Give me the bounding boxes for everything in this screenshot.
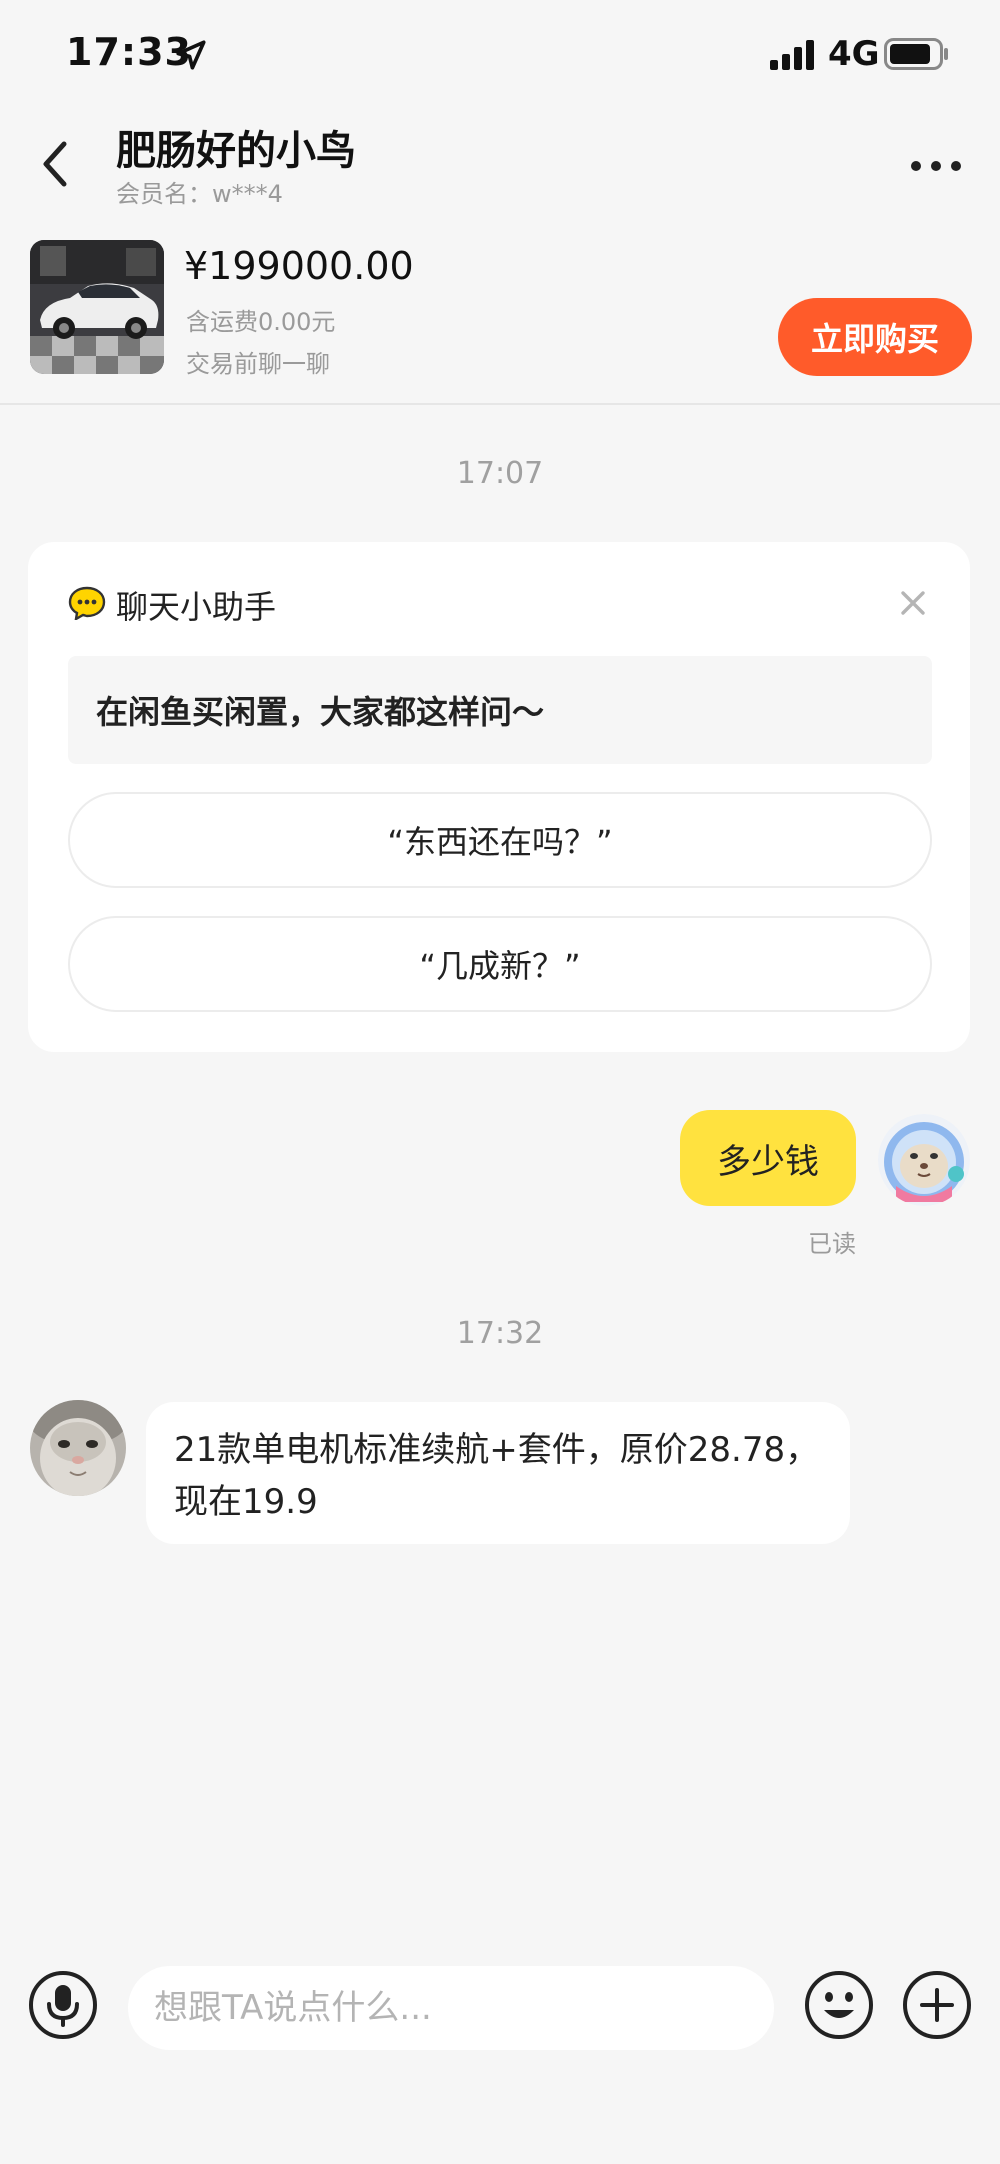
read-status: 已读 [808, 1230, 856, 1258]
chat-title: 肥肠好的小鸟 [116, 128, 356, 174]
product-image[interactable] [30, 240, 164, 374]
avatar-self[interactable] [878, 1114, 970, 1206]
prechat-hint: 交易前聊一聊 [186, 350, 330, 378]
back-icon[interactable] [36, 134, 76, 194]
product-card[interactable]: ¥199000.00 含运费0.00元 交易前聊一聊 立即购买 [0, 230, 1000, 405]
suggestion-condition[interactable]: “几成新？” [68, 916, 932, 1012]
member-name: 会员名：w***4 [116, 180, 283, 208]
status-bar: 17:33 4G [0, 0, 1000, 110]
network-label: 4G [828, 34, 880, 74]
close-icon[interactable] [900, 590, 926, 616]
chat-bubble-icon [68, 586, 106, 620]
timestamp: 17:32 [456, 1316, 544, 1351]
shipping-info: 含运费0.00元 [186, 308, 336, 336]
battery-icon [884, 38, 948, 70]
assistant-title: 聊天小助手 [116, 588, 277, 626]
message-incoming[interactable]: 21款单电机标准续航+套件，原价28.78，现在19.9 [146, 1402, 850, 1544]
input-bar [0, 1950, 1000, 2070]
emoji-icon[interactable] [804, 1970, 874, 2040]
buy-now-button[interactable]: 立即购买 [778, 298, 972, 376]
avatar-other[interactable] [30, 1400, 126, 1496]
chat-header: 肥肠好的小鸟 会员名：w***4 [0, 110, 1000, 230]
message-outgoing[interactable]: 多少钱 [680, 1110, 856, 1206]
product-price: ¥199000.00 [184, 244, 414, 288]
more-icon[interactable] [908, 156, 964, 176]
chat-assistant-card: 聊天小助手 在闲鱼买闲置，大家都这样问～ “东西还在吗？” “几成新？” [28, 542, 970, 1052]
timestamp: 17:07 [456, 456, 544, 491]
message-input[interactable] [128, 1966, 774, 2050]
signal-icon [770, 40, 814, 70]
microphone-icon[interactable] [28, 1970, 98, 2040]
suggestion-still-available[interactable]: “东西还在吗？” [68, 792, 932, 888]
assistant-hint: 在闲鱼买闲置，大家都这样问～ [68, 656, 932, 764]
plus-icon[interactable] [902, 1970, 972, 2040]
location-arrow-icon [176, 40, 206, 70]
